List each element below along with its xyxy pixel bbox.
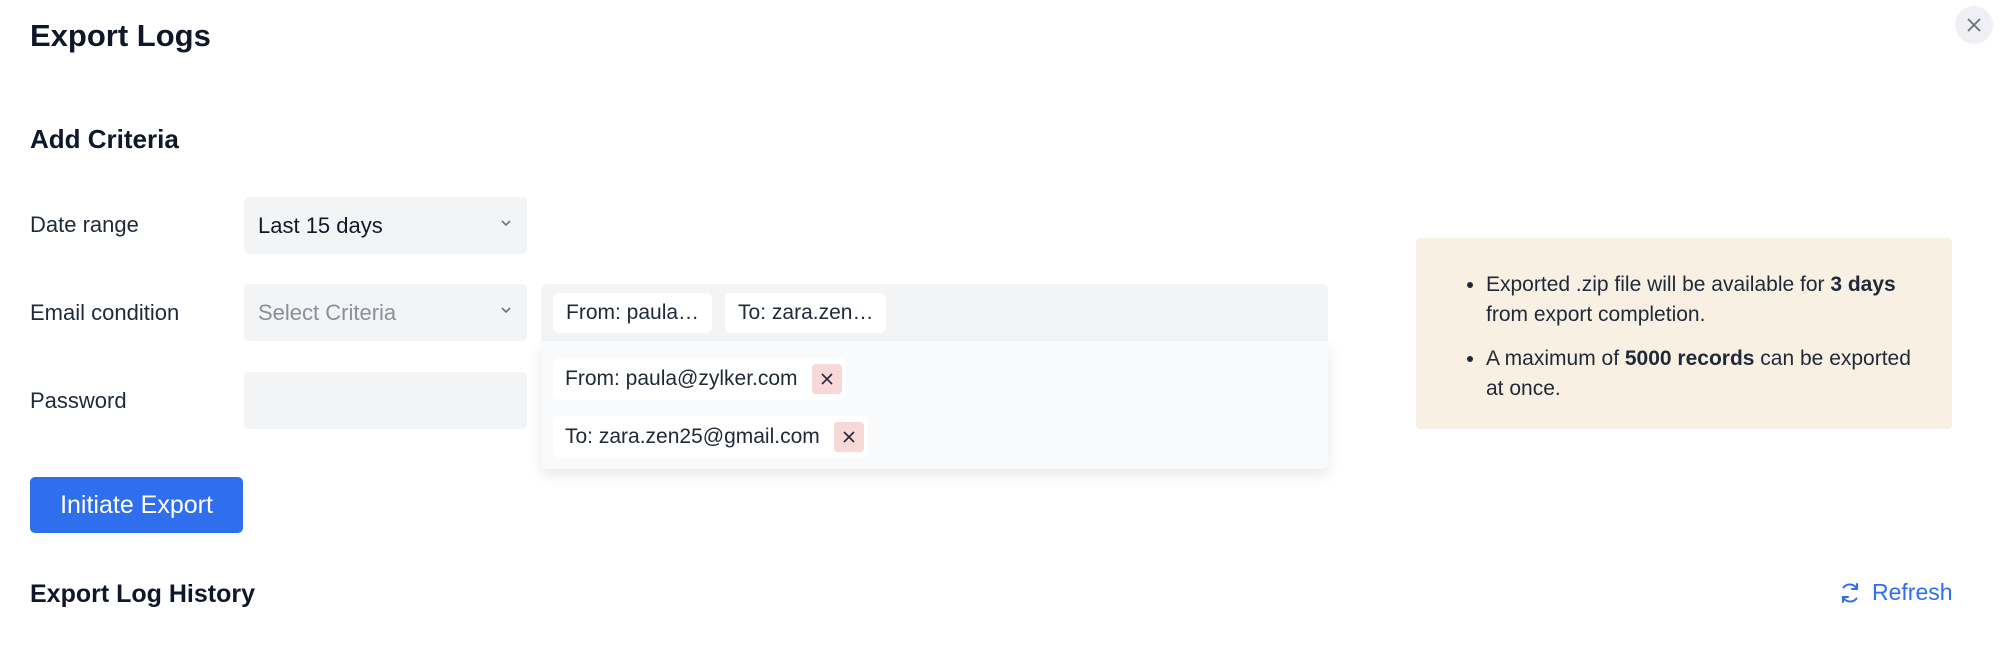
password-input[interactable] [244,372,527,429]
export-log-history-title: Export Log History [30,580,256,608]
email-chips-dropdown: From: paula@zylker.com To: zara.zen25@gm… [541,341,1328,469]
info-item: A maximum of 5000 records can be exporte… [1486,344,1922,404]
date-range-value: Last 15 days [258,212,383,238]
email-criteria-placeholder: Select Criteria [258,299,397,325]
dropdown-chip-label: To: zara.zen25@gmail.com [565,425,820,448]
close-icon [1967,18,1981,32]
chevron-down-icon [501,307,511,314]
info-box: Exported .zip file will be available for… [1416,238,1952,429]
dropdown-chip-label: From: paula@zylker.com [565,367,798,390]
initiate-export-button[interactable]: Initiate Export [30,477,243,533]
refresh-icon [1842,582,1858,603]
remove-icon [843,431,855,443]
date-range-label: Date range [30,212,139,237]
email-criteria-select[interactable]: Select Criteria [244,284,527,341]
dropdown-chip: To: zara.zen25@gmail.com [553,416,868,458]
chevron-down-icon [501,220,511,227]
email-chip[interactable]: From: paula… [553,292,713,333]
email-chips-input[interactable]: From: paula… To: zara.zen… [541,284,1328,341]
refresh-button[interactable]: Refresh [1838,579,1953,606]
info-item: Exported .zip file will be available for… [1486,270,1922,330]
password-label: Password [30,388,127,413]
email-condition-label: Email condition [30,300,180,325]
dropdown-chip: From: paula@zylker.com [553,358,846,400]
page-title: Export Logs [30,18,211,53]
remove-chip-button[interactable] [811,364,842,394]
remove-chip-button[interactable] [833,422,864,452]
remove-icon [820,373,833,385]
date-range-select[interactable]: Last 15 days [244,197,527,254]
email-chip[interactable]: To: zara.zen… [725,292,887,333]
email-chip-label: From: paula… [566,300,700,324]
close-button[interactable] [1955,6,1993,44]
refresh-label: Refresh [1872,579,1953,605]
email-chip-label: To: zara.zen… [738,300,874,324]
add-criteria-title: Add Criteria [30,124,179,154]
